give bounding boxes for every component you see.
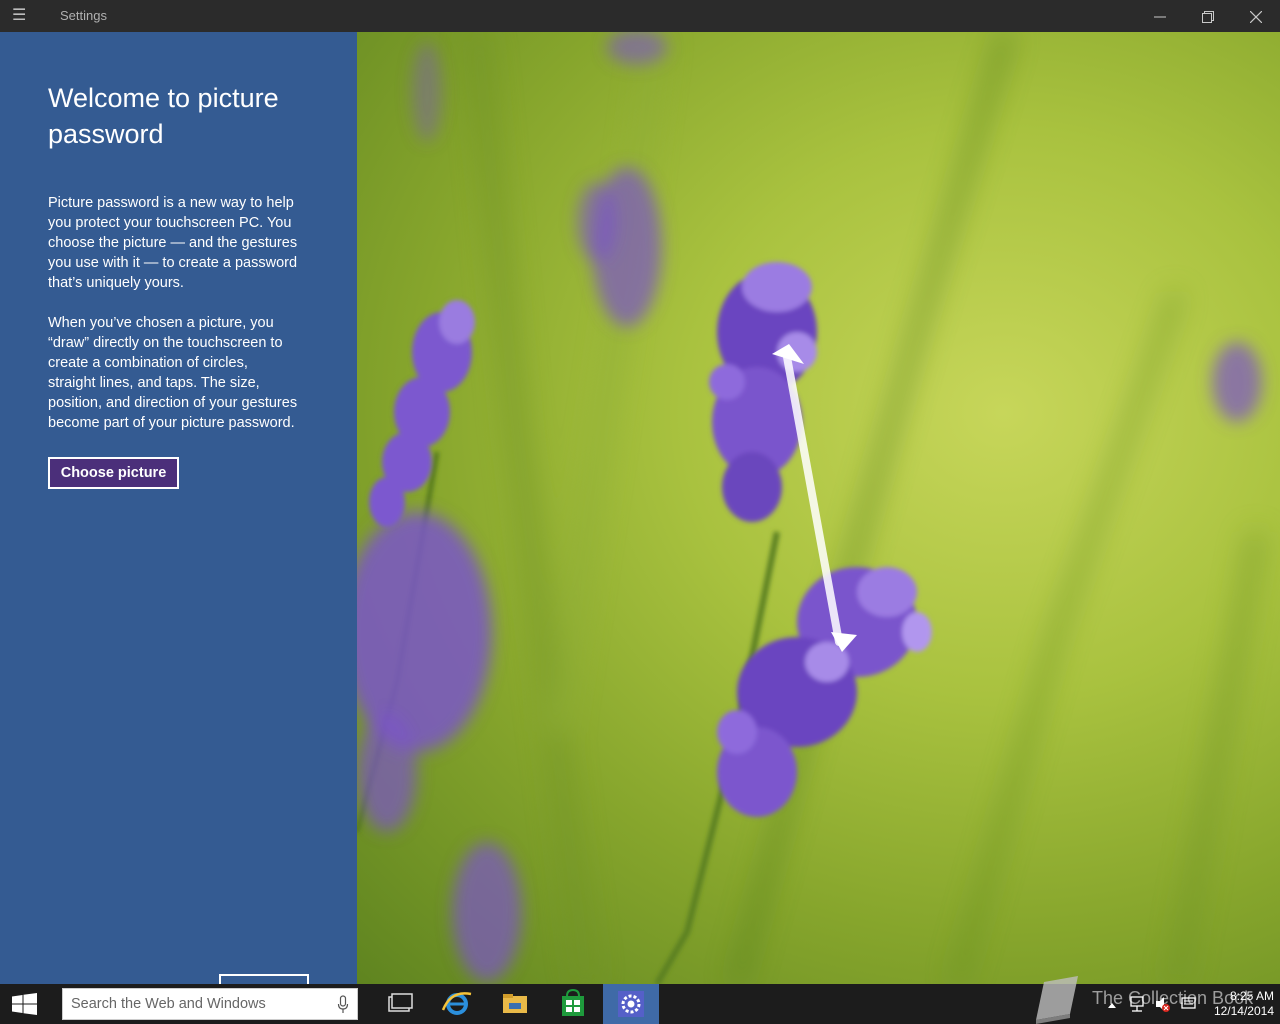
show-hidden-icons-icon[interactable] [1108, 1003, 1116, 1008]
picture-preview [357, 32, 1280, 984]
taskbar: Search the Web and Windows The Collectio… [0, 976, 1280, 1024]
book-logo-icon [1036, 976, 1078, 1024]
clock-time: 8:25 AM [1229, 989, 1274, 1003]
choose-picture-button[interactable]: Choose picture [48, 457, 179, 489]
microphone-icon[interactable] [337, 995, 349, 1015]
hamburger-menu-icon[interactable]: ☰ [12, 8, 36, 24]
windows-logo-icon [12, 993, 37, 1015]
clock[interactable]: 8:25 AM 12/14/2014 [1204, 989, 1274, 1019]
file-explorer-icon[interactable] [487, 984, 543, 1024]
volume-icon[interactable] [1156, 997, 1170, 1012]
title-bar: ☰ Settings [0, 0, 1280, 32]
clock-date: 12/14/2014 [1213, 1004, 1274, 1018]
action-center-icon[interactable] [1181, 997, 1196, 1009]
minimize-button[interactable] [1136, 0, 1184, 32]
window-title: Settings [60, 8, 107, 23]
instructions-paragraph: When you’ve chosen a picture, you “draw”… [48, 315, 298, 431]
task-view-icon[interactable] [371, 984, 427, 1024]
page-title: Welcome to picture password [48, 83, 279, 149]
intro-paragraph: Picture password is a new way to help yo… [48, 195, 298, 291]
lavender-picture [357, 32, 1265, 984]
welcome-panel: Welcome to picture password Picture pass… [0, 32, 357, 984]
network-icon[interactable] [1130, 996, 1144, 1012]
system-tray [1108, 996, 1196, 1012]
close-button[interactable] [1232, 0, 1280, 32]
search-placeholder: Search the Web and Windows [71, 996, 266, 1012]
hidden-button-edge [219, 974, 309, 984]
internet-explorer-icon[interactable] [429, 984, 485, 1024]
restore-button[interactable] [1184, 0, 1232, 32]
settings-app-icon[interactable] [603, 984, 659, 1024]
store-icon[interactable] [545, 984, 601, 1024]
start-button[interactable] [0, 984, 48, 1024]
search-box[interactable]: Search the Web and Windows [62, 988, 358, 1020]
